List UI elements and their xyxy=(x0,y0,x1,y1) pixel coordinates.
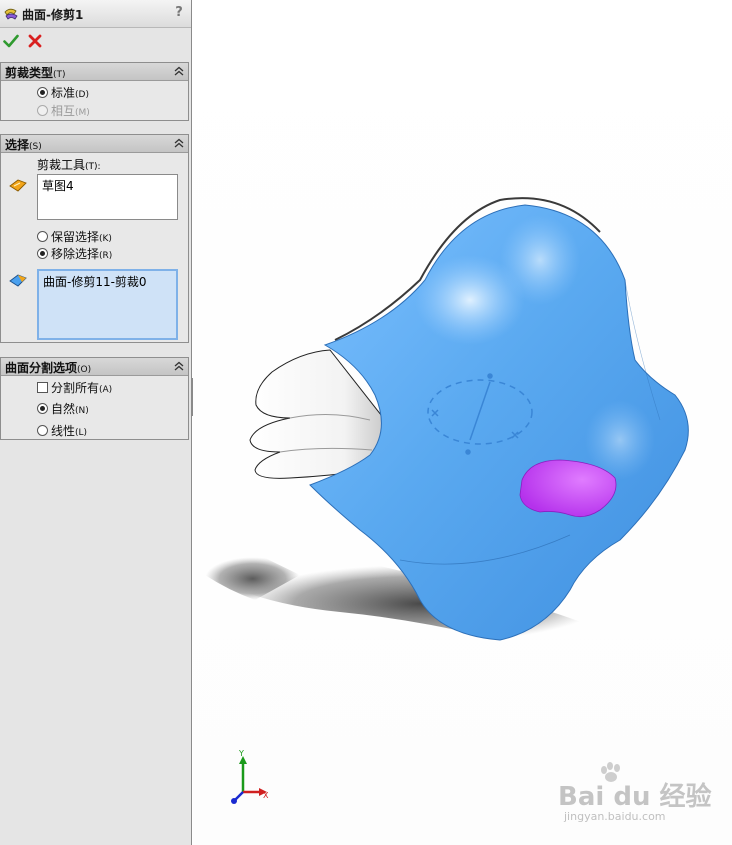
option-label: 自然(N) xyxy=(51,401,89,416)
option-label: 相互(M) xyxy=(51,103,90,118)
trim-type-group-header[interactable]: 剪裁类型(T) xyxy=(1,63,188,81)
option-label: 保留选择(K) xyxy=(51,229,112,244)
surface-split-options-header[interactable]: 曲面分割选项(O) xyxy=(1,358,188,376)
graphics-viewport[interactable]: Y X Bai du 经验 jingyan.baidu.com xyxy=(193,0,732,845)
mutual-radio-option[interactable]: 相互(M) xyxy=(37,102,90,118)
ok-button[interactable] xyxy=(3,33,19,49)
surface-split-options-group: 曲面分割选项(O) 分割所有(A) 自然(N) 线性(L) xyxy=(0,357,189,440)
pieces-to-remove-list[interactable]: 曲面-修剪11-剪裁0 xyxy=(37,269,178,340)
y-axis-label: Y xyxy=(238,749,244,758)
selected-surface-piece[interactable] xyxy=(519,459,617,518)
radio-button[interactable] xyxy=(37,104,48,116)
checkbox[interactable] xyxy=(37,381,48,393)
group-title: 剪裁类型(T) xyxy=(5,66,66,80)
watermark-brand: Bai du 经验 xyxy=(558,782,712,812)
selection-group-header[interactable]: 选择(S) xyxy=(1,135,188,153)
cancel-button[interactable] xyxy=(27,33,43,49)
radio-button[interactable] xyxy=(37,86,48,98)
split-all-checkbox-option[interactable]: 分割所有(A) xyxy=(37,379,112,395)
axis-triad: Y X xyxy=(231,749,269,804)
panel-header: 曲面-修剪1 ? xyxy=(0,0,191,28)
list-item[interactable]: 草图4 xyxy=(42,179,74,193)
radio-button[interactable] xyxy=(37,247,48,259)
option-label: 分割所有(A) xyxy=(51,380,113,395)
keep-selections-radio-option[interactable]: 保留选择(K) xyxy=(37,228,112,244)
linear-radio-option[interactable]: 线性(L) xyxy=(37,422,87,438)
x-axis-label: X xyxy=(263,791,269,800)
list-item[interactable]: 曲面-修剪11-剪裁0 xyxy=(43,275,147,289)
collapse-chevron-icon[interactable] xyxy=(174,138,184,148)
natural-radio-option[interactable]: 自然(N) xyxy=(37,400,89,416)
option-label: 线性(L) xyxy=(51,423,88,438)
panel-title: 曲面-修剪1 xyxy=(22,8,84,22)
trim-type-group: 剪裁类型(T) 标准(D) 相互(M) xyxy=(0,62,189,121)
standard-radio-option[interactable]: 标准(D) xyxy=(37,84,89,100)
watermark: Bai du 经验 jingyan.baidu.com xyxy=(558,762,728,832)
trim-tool-selection-icon xyxy=(9,179,27,192)
trim-tool-list[interactable]: 草图4 xyxy=(37,174,178,220)
radio-button[interactable] xyxy=(37,230,48,242)
option-label: 标准(D) xyxy=(51,85,89,100)
option-label: 移除选择(R) xyxy=(51,246,113,261)
model-scene[interactable] xyxy=(193,0,732,845)
pieces-selection-icon xyxy=(9,274,27,287)
help-button[interactable]: ? xyxy=(171,5,187,21)
radio-button[interactable] xyxy=(37,402,48,414)
watermark-url: jingyan.baidu.com xyxy=(564,810,666,823)
group-title: 选择(S) xyxy=(5,138,42,152)
radio-button[interactable] xyxy=(37,424,48,436)
selection-group: 选择(S) 剪裁工具(T): 草图4 保留选择(K) 移除选择(R) 曲面-修剪… xyxy=(0,134,189,343)
collapse-chevron-icon[interactable] xyxy=(174,361,184,371)
collapse-chevron-icon[interactable] xyxy=(174,66,184,76)
remove-selections-radio-option[interactable]: 移除选择(R) xyxy=(37,245,112,261)
trim-tool-label: 剪裁工具(T): xyxy=(37,158,101,172)
surface-trim-icon xyxy=(4,8,18,20)
group-title: 曲面分割选项(O) xyxy=(5,361,92,375)
property-manager-panel: 曲面-修剪1 ? 剪裁类型(T) 标准(D) 相互(M) 选择(S) 剪裁工具(… xyxy=(0,0,192,845)
